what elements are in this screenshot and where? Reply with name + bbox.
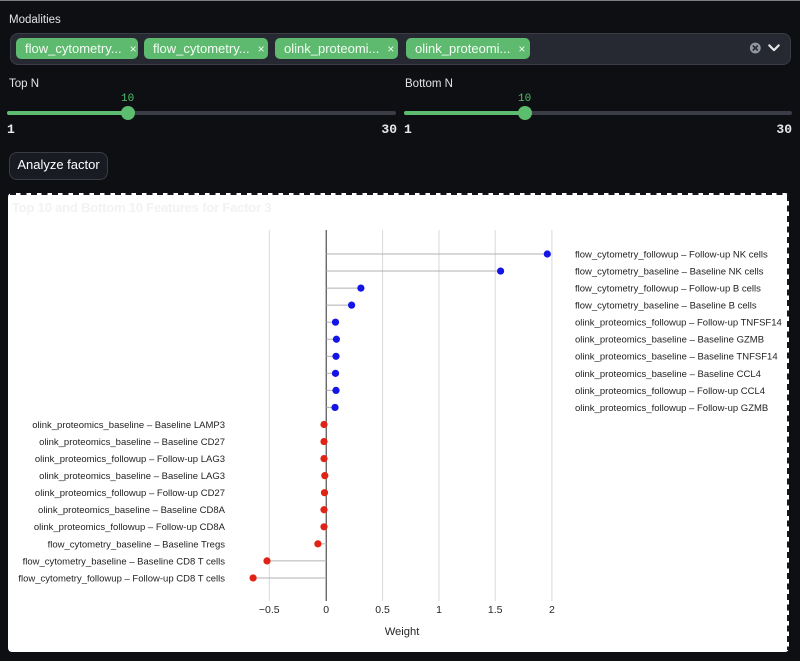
svg-text:0.5: 0.5	[375, 604, 390, 616]
svg-text:olink_proteomics_followup – Fo: olink_proteomics_followup – Follow-up TN…	[575, 318, 782, 329]
svg-text:olink_proteomics_followup – Fo: olink_proteomics_followup – Follow-up CD…	[35, 488, 225, 499]
svg-text:−0.5: −0.5	[259, 604, 280, 616]
svg-text:olink_proteomics_baseline – Ba: olink_proteomics_baseline – Baseline CD8…	[38, 505, 226, 516]
svg-text:0: 0	[323, 604, 329, 616]
svg-text:olink_proteomics_baseline – Ba: olink_proteomics_baseline – Baseline LAG…	[39, 471, 225, 482]
svg-text:1.5: 1.5	[488, 604, 503, 616]
svg-text:olink_proteomics_followup – Fo: olink_proteomics_followup – Follow-up CD…	[34, 522, 226, 533]
svg-text:Weight: Weight	[385, 626, 421, 638]
svg-text:flow_cytometry_baseline – Base: flow_cytometry_baseline – Baseline Tregs	[48, 539, 226, 550]
svg-text:flow_cytometry_baseline – Base: flow_cytometry_baseline – Baseline NK ce…	[575, 266, 764, 277]
svg-text:flow_cytometry_followup – Foll: flow_cytometry_followup – Follow-up B ce…	[575, 284, 761, 295]
svg-text:1: 1	[436, 604, 442, 616]
svg-text:olink_proteomics_baseline – Ba: olink_proteomics_baseline – Baseline LAM…	[32, 420, 225, 431]
svg-text:olink_proteomics_baseline – Ba: olink_proteomics_baseline – Baseline CCL…	[575, 369, 761, 380]
svg-text:flow_cytometry_baseline – Base: flow_cytometry_baseline – Baseline B cel…	[575, 301, 757, 312]
svg-text:olink_proteomics_baseline – Ba: olink_proteomics_baseline – Baseline TNF…	[575, 352, 778, 363]
svg-text:flow_cytometry_followup – Foll: flow_cytometry_followup – Follow-up CD8 …	[18, 573, 225, 584]
svg-text:olink_proteomics_followup – Fo: olink_proteomics_followup – Follow-up CC…	[575, 386, 765, 397]
svg-text:flow_cytometry_baseline – Base: flow_cytometry_baseline – Baseline CD8 T…	[23, 556, 226, 567]
svg-text:olink_proteomics_baseline – Ba: olink_proteomics_baseline – Baseline GZM…	[575, 335, 764, 346]
svg-text:flow_cytometry_followup – Foll: flow_cytometry_followup – Follow-up NK c…	[575, 249, 768, 260]
svg-text:olink_proteomics_followup – Fo: olink_proteomics_followup – Follow-up LA…	[35, 454, 225, 465]
svg-text:olink_proteomics_baseline – Ba: olink_proteomics_baseline – Baseline CD2…	[39, 437, 225, 448]
svg-text:olink_proteomics_followup – Fo: olink_proteomics_followup – Follow-up GZ…	[575, 403, 768, 414]
svg-text:2: 2	[549, 604, 555, 616]
